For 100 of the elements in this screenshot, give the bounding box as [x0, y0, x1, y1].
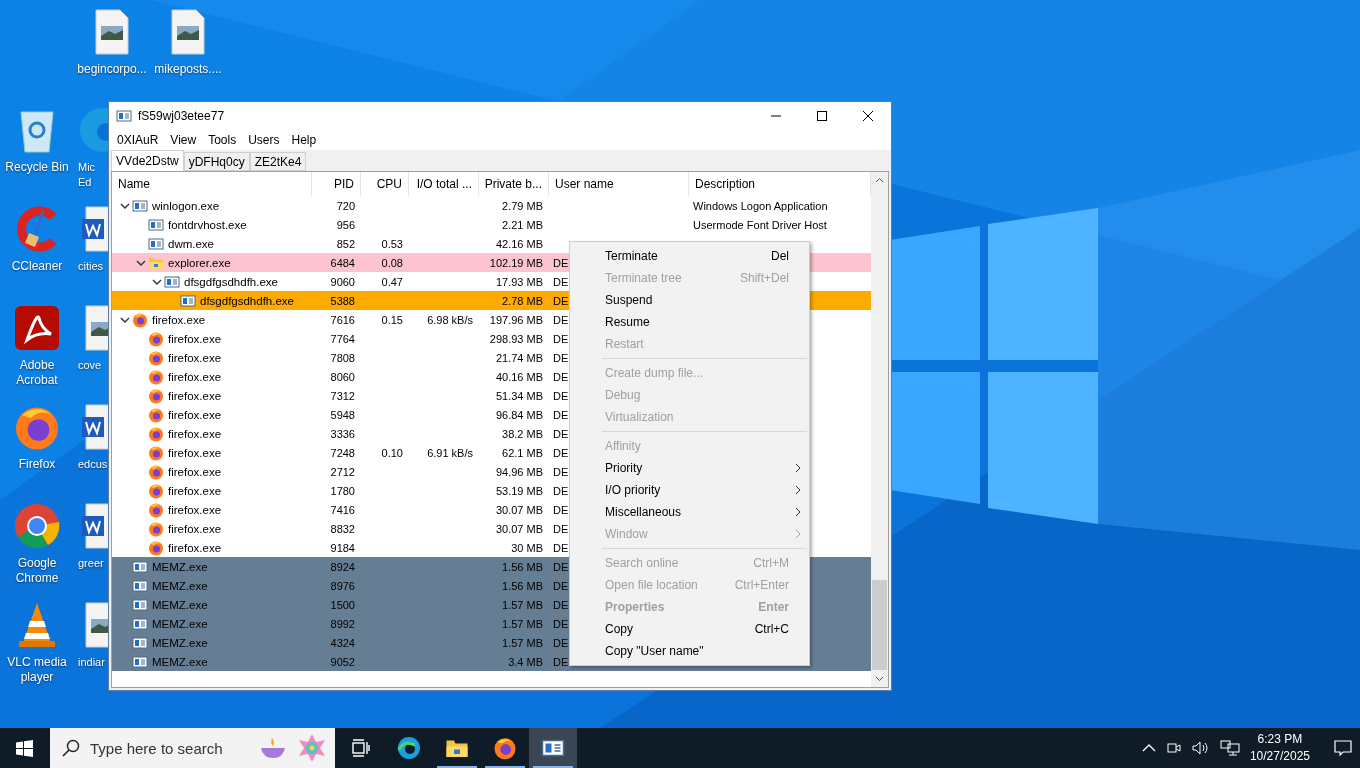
- column-header[interactable]: User name: [555, 177, 614, 191]
- firefox-icon: [493, 736, 517, 760]
- desktop-icon-label[interactable]: edcus: [78, 457, 108, 472]
- context-menu-item[interactable]: I/O priority: [570, 479, 809, 501]
- cpu-usage: 0.15: [381, 313, 403, 326]
- context-menu-item[interactable]: Miscellaneous: [570, 501, 809, 523]
- process-name: MEMZ.exe: [152, 560, 208, 573]
- desktop-icon-label[interactable]: cities: [78, 259, 108, 274]
- pid: 9052: [330, 655, 355, 668]
- close-icon: [863, 111, 873, 121]
- window-icon: [132, 634, 148, 651]
- private-bytes: 1.57 MB: [502, 617, 543, 630]
- private-bytes: 1.57 MB: [502, 598, 543, 611]
- camera-icon[interactable]: [1165, 740, 1182, 756]
- pid: 7764: [330, 332, 355, 345]
- network-icon[interactable]: [1219, 740, 1240, 756]
- scrollbar-thumb[interactable]: [872, 580, 887, 670]
- task-view-icon: [351, 739, 371, 757]
- process-name: firefox.exe: [168, 465, 222, 478]
- desktop-icon-label[interactable]: CCleaner: [11, 259, 63, 274]
- notification-icon[interactable]: [1334, 739, 1352, 757]
- chrome-icon: [13, 502, 61, 550]
- private-bytes: 102.19 MB: [489, 256, 543, 269]
- chevron-up-icon[interactable]: [1141, 743, 1156, 753]
- io-rate: 6.91 kB/s: [427, 446, 473, 459]
- pid: 1500: [330, 598, 355, 611]
- column-header[interactable]: PID: [334, 177, 354, 191]
- user-name: DE: [553, 408, 569, 421]
- private-bytes: 1.56 MB: [502, 560, 543, 573]
- process-name: MEMZ.exe: [152, 617, 208, 630]
- process-name: firefox.exe: [168, 484, 222, 497]
- process-name: MEMZ.exe: [152, 636, 208, 649]
- firefox-icon: [148, 444, 164, 461]
- firefox-icon: [148, 520, 164, 537]
- tab[interactable]: yDFHq0cy: [183, 152, 250, 171]
- tab[interactable]: ZE2tKe4: [249, 152, 307, 171]
- volume-icon[interactable]: [1191, 740, 1210, 756]
- firefox-icon: [148, 368, 164, 385]
- column-header[interactable]: Name: [118, 177, 150, 191]
- private-bytes: 38.2 MB: [502, 427, 543, 440]
- user-name: DE: [553, 541, 569, 554]
- pid: 7616: [330, 313, 355, 326]
- context-menu-item[interactable]: Resume: [570, 311, 809, 333]
- menu-item[interactable]: Tools: [202, 131, 243, 149]
- column-header[interactable]: Description: [695, 177, 756, 191]
- menu-item[interactable]: View: [164, 131, 203, 149]
- private-bytes: 42.16 MB: [495, 237, 543, 250]
- desktop-icon-label[interactable]: greer: [78, 556, 108, 571]
- context-menu-item[interactable]: Priority: [570, 457, 809, 479]
- pid: 2712: [330, 465, 355, 478]
- desktop-icon-label[interactable]: Google Chrome: [0, 556, 74, 586]
- scrollbar[interactable]: [871, 172, 888, 687]
- desktop-icon-label[interactable]: cove: [78, 358, 108, 373]
- menu-item[interactable]: 0XIAuR: [111, 131, 165, 149]
- firefox-icon: [148, 330, 164, 347]
- private-bytes: 3.4 MB: [508, 655, 543, 668]
- pid: 7416: [330, 503, 355, 516]
- user-name: DE: [553, 427, 569, 440]
- pid: 8060: [330, 370, 355, 383]
- clock-time[interactable]: 6:23 PM: [1257, 731, 1303, 748]
- taskbar-app-button[interactable]: [529, 728, 577, 768]
- desktop-icon-label[interactable]: Mic Ed: [78, 160, 108, 190]
- private-bytes: 30.07 MB: [495, 522, 543, 535]
- pid: 8992: [330, 617, 355, 630]
- clock-date[interactable]: 10/27/2025: [1249, 748, 1310, 765]
- desktop-icon-label[interactable]: indiar: [78, 655, 108, 670]
- process-name: firefox.exe: [168, 370, 222, 383]
- firefox-icon: [148, 349, 164, 366]
- tab[interactable]: VVde2Dstw: [111, 150, 184, 171]
- process-name: explorer.exe: [168, 256, 231, 269]
- desktop-icon-label[interactable]: begincorpo...: [77, 62, 147, 77]
- process-name: MEMZ.exe: [152, 579, 208, 592]
- desktop-icon-label[interactable]: Adobe Acrobat: [0, 358, 74, 388]
- process-name: firefox.exe: [168, 408, 222, 421]
- private-bytes: 96.84 MB: [495, 408, 543, 421]
- description: Windows Logon Application: [693, 199, 828, 212]
- process-name: MEMZ.exe: [152, 598, 208, 611]
- user-name: DE: [553, 275, 569, 288]
- menu-item[interactable]: Users: [242, 131, 286, 149]
- column-header[interactable]: CPU: [376, 177, 402, 191]
- desktop-icon-label[interactable]: Firefox: [18, 457, 56, 472]
- edge-icon: [78, 106, 108, 154]
- pid: 8832: [330, 522, 355, 535]
- menu-item[interactable]: Help: [285, 131, 323, 149]
- desktop-icon-label[interactable]: Recycle Bin: [5, 160, 69, 175]
- user-name: DE: [553, 636, 569, 649]
- window-title: fS59wj03etee77: [138, 109, 226, 123]
- cpu-usage: 0.08: [381, 256, 403, 269]
- desktop-icon-label[interactable]: mikeposts....: [154, 62, 222, 77]
- window-icon: [132, 653, 148, 670]
- column-header[interactable]: I/O total ...: [416, 177, 472, 191]
- shortcut-text: Shift+Del: [739, 271, 789, 285]
- context-menu-item[interactable]: Suspend: [570, 289, 809, 311]
- user-name: DE: [553, 389, 569, 402]
- edge-icon: [397, 736, 421, 760]
- desktop-icon-label[interactable]: VLC media player: [0, 655, 74, 685]
- window-icon: [132, 197, 148, 214]
- column-header[interactable]: Private b...: [484, 177, 542, 191]
- private-bytes: 30 MB: [511, 541, 543, 554]
- search-field[interactable]: Type here to search: [50, 728, 335, 768]
